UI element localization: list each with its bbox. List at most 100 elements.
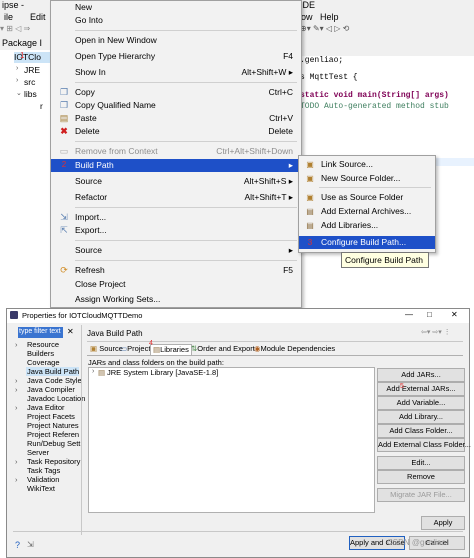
menu-item-copy-qualified-name[interactable]: ❐ Copy Qualified Name (51, 99, 301, 112)
chevron-down-icon[interactable]: ⌄ (16, 89, 22, 97)
apply-button[interactable]: Apply (421, 516, 465, 530)
menu-item-delete[interactable]: ✖ Delete Delete (51, 125, 301, 138)
tree-item-project: IOTClo (14, 52, 41, 62)
menu-window[interactable]: ow (301, 12, 313, 22)
menu-item-assign-working-sets[interactable]: Assign Working Sets... (51, 293, 301, 306)
window-title-right: IDE (300, 0, 316, 10)
menu-item-copy[interactable]: ❐ Copy Ctrl+C (51, 86, 301, 99)
build-path-submenu: ▣ Link Source... ▣ New Source Folder... ▣ U… (298, 155, 436, 253)
menu-item-label: Copy (75, 87, 95, 97)
page-title: Java Build Path (87, 329, 143, 338)
library-item-jre[interactable]: JRE System Library [JavaSE-1.8] (107, 368, 218, 377)
menu-item-export[interactable]: ⇱ Export... (51, 224, 301, 237)
menu-edit[interactable]: Edit (30, 12, 46, 22)
submenu-item-new-source-folder[interactable]: ▣ New Source Folder... (299, 172, 435, 185)
menu-separator (75, 141, 297, 142)
tree-item-lib[interactable]: r (40, 101, 43, 111)
nav-item-validation[interactable]: Validation (27, 475, 59, 484)
nav-item-task-repository[interactable]: Task Repository (27, 457, 80, 466)
library-list[interactable]: › ▤ JRE System Library [JavaSE-1.8] (88, 367, 375, 513)
tab-label: Libraries (160, 345, 189, 354)
menu-item-build-path[interactable]: 2 Build Path ▸ (51, 159, 301, 172)
menu-item-refresh[interactable]: ⟳ Refresh F5 (51, 264, 301, 277)
menu-item-open-type-hierarchy[interactable]: Open Type Hierarchy F4 (51, 50, 301, 63)
menu-item-source-2[interactable]: Source ▸ (51, 244, 301, 257)
chevron-right-icon[interactable]: › (15, 475, 18, 484)
menu-help[interactable]: Help (320, 12, 339, 22)
submenu-item-label: Add Libraries... (321, 220, 379, 230)
nav-arrows-icon[interactable]: ⇦▾ ⇨▾ ⋮ (421, 328, 451, 336)
copy-icon: ❐ (59, 87, 69, 97)
menu-item-shortcut: F5 (283, 265, 293, 275)
menu-item-refactor[interactable]: Refactor Alt+Shift+T ▸ (51, 191, 301, 204)
nav-item-java-compiler[interactable]: Java Compiler (27, 385, 75, 394)
submenu-item-add-libraries[interactable]: ▤ Add Libraries... (299, 219, 435, 232)
menu-item-close-project[interactable]: Close Project (51, 278, 301, 291)
chevron-right-icon[interactable]: › (15, 385, 18, 394)
menu-item-remove-from-context: ▭ Remove from Context Ctrl+Alt+Shift+Down (51, 145, 301, 158)
tree-item-src[interactable]: src (24, 77, 35, 87)
copy-qualified-icon: ❐ (59, 100, 69, 110)
chevron-right-icon[interactable]: › (15, 340, 18, 349)
nav-item-coverage[interactable]: Coverage (27, 358, 60, 367)
chevron-right-icon[interactable]: › (92, 368, 94, 375)
submenu-item-label: Configure Build Path... (321, 237, 407, 247)
code-line-3: static void main(String[] args) (300, 91, 449, 100)
maximize-button[interactable]: □ (427, 310, 432, 319)
export-icon: ⇱ (60, 225, 68, 235)
nav-item-server[interactable]: Server (27, 448, 49, 457)
menu-item-import[interactable]: ⇲ Import... (51, 211, 301, 224)
submenu-item-use-as-source-folder[interactable]: ▣ Use as Source Folder (299, 191, 435, 204)
nav-item-task-tags[interactable]: Task Tags (27, 466, 60, 475)
menu-item-open-new-window[interactable]: Open in New Window (51, 34, 301, 47)
menu-item-paste[interactable]: ▤ Paste Ctrl+V (51, 112, 301, 125)
nav-item-project-natures[interactable]: Project Natures (27, 421, 79, 430)
close-button[interactable]: ✕ (451, 310, 458, 319)
chevron-right-icon[interactable]: › (15, 403, 18, 412)
add-library-button[interactable]: Add Library... (377, 410, 465, 424)
tab-module-dependencies[interactable]: ◉Module Dependencies (252, 344, 337, 355)
nav-item-project-facets[interactable]: Project Facets (27, 412, 75, 421)
filter-input[interactable]: type filter text (18, 327, 63, 338)
nav-item-java-code-style[interactable]: Java Code Style (27, 376, 82, 385)
add-jars-button[interactable]: Add JARs... (377, 368, 465, 382)
menu-item-new[interactable]: New (51, 1, 301, 14)
chevron-right-icon[interactable]: › (16, 65, 18, 72)
tree-item-jre[interactable]: JRE (24, 65, 40, 75)
tree-item-libs[interactable]: libs (24, 89, 37, 99)
import-export-icon[interactable]: ⇲ (27, 540, 34, 549)
add-external-class-folder-button[interactable]: Add External Class Folder... (377, 438, 471, 452)
chevron-right-icon[interactable]: › (15, 457, 18, 466)
nav-item-resource[interactable]: Resource (27, 340, 59, 349)
minimize-button[interactable]: — (405, 310, 413, 319)
menu-item-label: Remove from Context (75, 146, 158, 156)
nav-item-project-references[interactable]: Project Referen (27, 430, 79, 439)
nav-item-builders[interactable]: Builders (27, 349, 54, 358)
chevron-right-icon[interactable]: › (15, 376, 18, 385)
add-variable-button[interactable]: Add Variable... (377, 396, 465, 410)
clear-filter-icon[interactable]: ✕ (67, 327, 74, 336)
link-source-icon: ▣ (306, 160, 314, 169)
import-icon: ⇲ (60, 212, 68, 222)
edit-button[interactable]: Edit... (377, 456, 465, 470)
help-icon[interactable]: ? (15, 540, 20, 550)
tab-order-export[interactable]: ⇅Order and Export (189, 344, 257, 355)
add-external-jars-button[interactable]: Add External JARs... (377, 382, 465, 396)
library-icon: ▤ (98, 368, 106, 377)
nav-item-java-build-path[interactable]: Java Build Path (27, 367, 79, 376)
menu-item-source[interactable]: Source Alt+Shift+S ▸ (51, 175, 301, 188)
nav-item-wikitext[interactable]: WikiText (27, 484, 55, 493)
submenu-item-configure-build-path[interactable]: 3 Configure Build Path... (299, 236, 435, 249)
chevron-right-icon[interactable]: › (16, 77, 18, 84)
submenu-item-link-source[interactable]: ▣ Link Source... (299, 158, 435, 171)
menu-item-go-into[interactable]: Go Into (51, 14, 301, 27)
menu-file-fragment[interactable]: ile (4, 12, 13, 22)
nav-item-java-editor[interactable]: Java Editor (27, 403, 65, 412)
remove-button[interactable]: Remove (377, 470, 465, 484)
add-class-folder-button[interactable]: Add Class Folder... (377, 424, 465, 438)
delete-icon: ✖ (60, 126, 68, 136)
nav-item-javadoc-location[interactable]: Javadoc Location (27, 394, 85, 403)
nav-item-run-debug-settings[interactable]: Run/Debug Sett (27, 439, 80, 448)
menu-item-show-in[interactable]: Show In Alt+Shift+W ▸ (51, 66, 301, 79)
submenu-item-add-external-archives[interactable]: ▤ Add External Archives... (299, 205, 435, 218)
